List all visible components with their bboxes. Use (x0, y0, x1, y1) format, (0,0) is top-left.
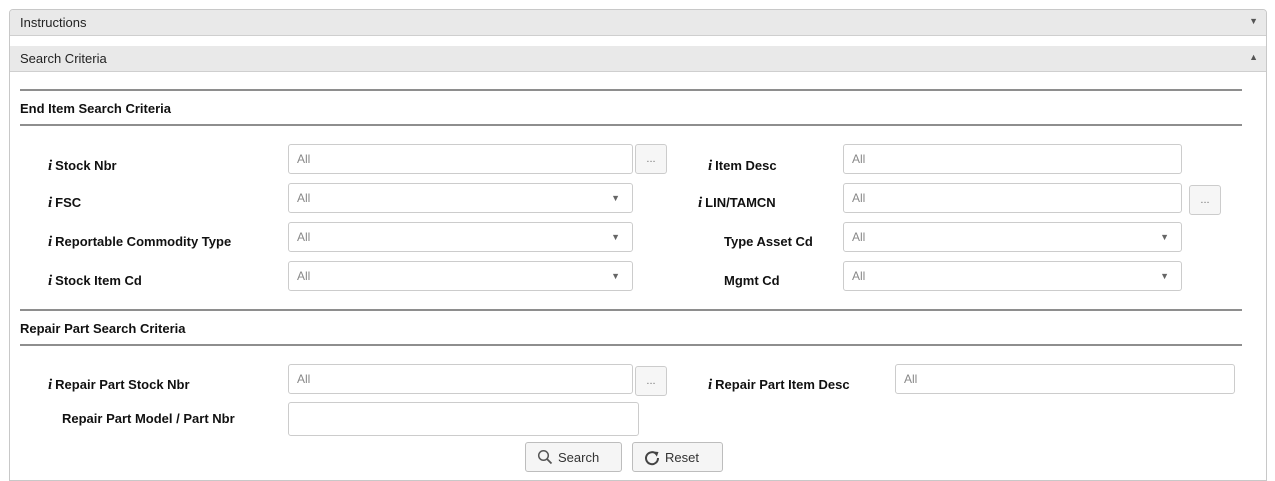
search-icon (537, 449, 553, 468)
reportable-commodity-type-placeholder: All (297, 230, 311, 244)
info-icon[interactable]: i (48, 377, 52, 393)
item-desc-label: i Item Desc (708, 158, 777, 174)
search-button[interactable]: Search (525, 442, 622, 472)
fsc-select[interactable]: All ▼ (288, 183, 633, 213)
search-button-label: Search (558, 450, 600, 465)
fsc-label: i FSC (48, 195, 82, 211)
info-icon[interactable]: i (48, 273, 52, 289)
reportable-commodity-type-select[interactable]: All ▼ (288, 222, 633, 252)
lin-tamcn-placeholder: All (852, 191, 866, 205)
stock-nbr-input[interactable]: All (288, 144, 633, 174)
stock-item-cd-placeholder: All (297, 269, 311, 283)
repair-part-section-title: Repair Part Search Criteria (20, 321, 186, 336)
end-item-section-title: End Item Search Criteria (20, 101, 171, 116)
repair-part-item-desc-label: i Repair Part Item Desc (708, 377, 850, 393)
info-icon[interactable]: i (48, 195, 52, 211)
stock-nbr-label: i Stock Nbr (48, 158, 117, 174)
item-desc-input[interactable]: All (843, 144, 1182, 174)
section-divider (20, 309, 1242, 311)
info-icon[interactable]: i (708, 377, 712, 393)
chevron-down-icon: ▼ (1160, 232, 1169, 242)
reportable-commodity-type-label: i Reportable Commodity Type (48, 234, 232, 250)
stock-item-cd-select[interactable]: All ▼ (288, 261, 633, 291)
section-divider (20, 344, 1242, 346)
search-criteria-accordion-header[interactable]: Search Criteria ▲ (10, 46, 1266, 72)
item-desc-placeholder: All (852, 152, 866, 166)
collapse-arrow-icon: ▲ (1249, 52, 1258, 62)
lin-tamcn-lookup-button[interactable]: ... (1189, 185, 1221, 215)
repair-part-model-part-nbr-input[interactable] (288, 402, 639, 436)
search-criteria-title: Search Criteria (20, 51, 107, 66)
mgmt-cd-select[interactable]: All ▼ (843, 261, 1182, 291)
fsc-placeholder: All (297, 191, 311, 205)
stock-item-cd-label: i Stock Item Cd (48, 273, 142, 289)
type-asset-cd-placeholder: All (852, 230, 866, 244)
info-icon[interactable]: i (708, 158, 712, 174)
chevron-down-icon: ▼ (611, 271, 620, 281)
lin-tamcn-input[interactable]: All (843, 183, 1182, 213)
section-divider (20, 89, 1242, 91)
repair-part-stock-nbr-label: i Repair Part Stock Nbr (48, 377, 190, 393)
chevron-down-icon: ▼ (1160, 271, 1169, 281)
lin-tamcn-label: i LIN/TAMCN (698, 195, 776, 211)
repair-part-stock-nbr-placeholder: All (297, 372, 311, 386)
type-asset-cd-label: Type Asset Cd (724, 234, 813, 249)
stock-nbr-placeholder: All (297, 152, 311, 166)
reset-icon (643, 449, 661, 470)
chevron-down-icon: ▼ (611, 193, 620, 203)
mgmt-cd-placeholder: All (852, 269, 866, 283)
stock-nbr-lookup-button[interactable]: ... (635, 144, 667, 174)
type-asset-cd-select[interactable]: All ▼ (843, 222, 1182, 252)
reset-button[interactable]: Reset (632, 442, 723, 472)
info-icon[interactable]: i (48, 234, 52, 250)
reset-button-label: Reset (665, 450, 699, 465)
chevron-down-icon: ▼ (611, 232, 620, 242)
repair-part-model-part-nbr-label: Repair Part Model / Part Nbr (62, 411, 235, 426)
instructions-title: Instructions (20, 15, 87, 30)
repair-part-item-desc-input[interactable]: All (895, 364, 1235, 394)
search-panel: Instructions ▼ Search Criteria ▲ End Ite… (9, 9, 1267, 481)
repair-part-stock-nbr-lookup-button[interactable]: ... (635, 366, 667, 396)
expand-arrow-icon: ▼ (1249, 16, 1258, 26)
repair-part-stock-nbr-input[interactable]: All (288, 364, 633, 394)
section-divider (20, 124, 1242, 126)
mgmt-cd-label: Mgmt Cd (724, 273, 780, 288)
info-icon[interactable]: i (48, 158, 52, 174)
info-icon[interactable]: i (698, 195, 702, 211)
instructions-accordion-header[interactable]: Instructions ▼ (10, 10, 1266, 36)
repair-part-item-desc-placeholder: All (904, 372, 918, 386)
